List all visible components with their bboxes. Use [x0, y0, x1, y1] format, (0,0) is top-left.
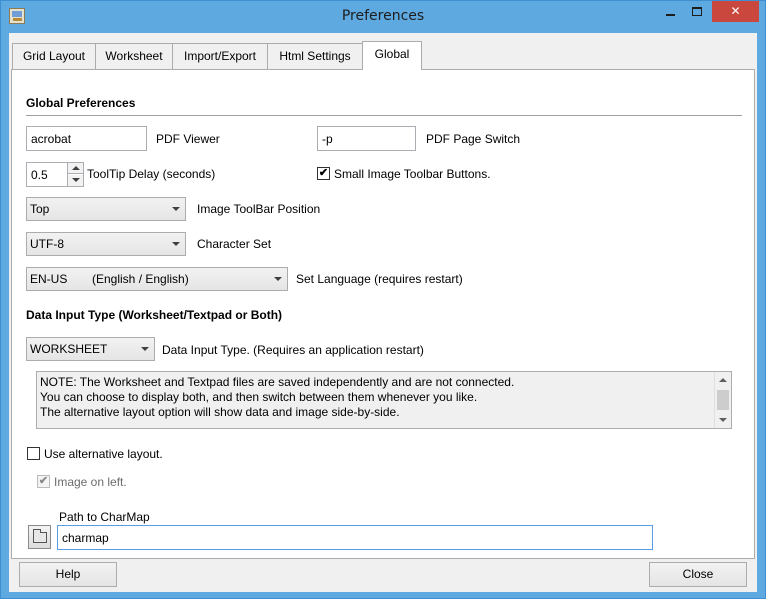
help-button[interactable]: Help	[19, 562, 117, 587]
window-title: Preferences	[341, 8, 425, 24]
preferences-window: Preferences ✕ Grid Layout Worksheet Impo…	[0, 0, 766, 599]
language-select[interactable]: EN-US (English / English)	[26, 267, 288, 291]
spinner-up-icon[interactable]	[68, 163, 83, 174]
tab-label: Grid Layout	[22, 49, 86, 63]
chevron-down-icon	[172, 242, 180, 246]
pdf-viewer-label: PDF Viewer	[156, 132, 220, 146]
tooltip-delay-label: ToolTip Delay (seconds)	[87, 167, 216, 181]
data-input-type-label: Data Input Type. (Requires an applicatio…	[162, 343, 424, 357]
maximize-icon	[692, 7, 702, 16]
data-input-type-value: WORKSHEET	[30, 342, 108, 356]
tooltip-delay-spinner[interactable]: 0.5	[26, 162, 84, 187]
close-button-label: Close	[682, 567, 714, 581]
close-window-button[interactable]: ✕	[712, 1, 759, 22]
charmap-path-input[interactable]	[57, 525, 653, 550]
tab-label: Global	[374, 47, 410, 61]
note-line: You can choose to display both, and then…	[40, 390, 478, 404]
note-scrollbar[interactable]	[714, 372, 731, 428]
small-toolbar-label: Small Image Toolbar Buttons.	[334, 167, 491, 181]
help-button-label: Help	[55, 567, 81, 581]
spinner-down-icon[interactable]	[68, 175, 83, 186]
minimize-button[interactable]	[657, 1, 683, 22]
charmap-label: Path to CharMap	[59, 510, 150, 524]
toolbar-position-select[interactable]: Top	[26, 197, 186, 221]
tab-global[interactable]: Global	[362, 41, 422, 70]
spinner-buttons	[67, 163, 83, 186]
language-label: Set Language (requires restart)	[296, 272, 463, 286]
section-divider	[26, 115, 742, 116]
tab-label: Html Settings	[279, 49, 351, 63]
tab-grid-layout[interactable]: Grid Layout	[12, 43, 96, 69]
pdf-page-switch-input[interactable]	[317, 126, 416, 151]
tab-label: Worksheet	[105, 49, 163, 63]
data-input-type-select[interactable]: WORKSHEET	[26, 337, 155, 361]
character-set-label: Character Set	[197, 237, 272, 251]
minimize-icon	[666, 14, 675, 16]
toolbar-position-value: Top	[30, 202, 50, 216]
browse-charmap-button[interactable]	[28, 525, 51, 549]
dialog-client: Grid Layout Worksheet Import/Export Html…	[9, 33, 757, 592]
note-line: NOTE: The Worksheet and Textpad files ar…	[40, 375, 515, 389]
close-icon: ✕	[730, 4, 741, 18]
character-set-select[interactable]: UTF-8	[26, 232, 186, 256]
tooltip-delay-value: 0.5	[31, 168, 48, 182]
image-on-left-checkbox[interactable]: ✔	[37, 475, 50, 488]
alt-layout-label: Use alternative layout.	[44, 447, 163, 461]
tab-label: Import/Export	[183, 49, 257, 63]
note-line: The alternative layout option will show …	[40, 405, 400, 419]
tab-worksheet[interactable]: Worksheet	[95, 43, 173, 69]
check-icon: ✔	[318, 167, 329, 179]
language-code: EN-US	[30, 272, 68, 286]
language-name: (English / English)	[92, 272, 189, 286]
chevron-down-icon	[141, 347, 149, 351]
section-title-data-input: Data Input Type (Worksheet/Textpad or Bo…	[26, 308, 283, 322]
maximize-button[interactable]	[684, 1, 710, 22]
small-toolbar-checkbox[interactable]: ✔	[317, 167, 330, 180]
section-title-global: Global Preferences	[26, 96, 136, 110]
pdf-page-switch-label: PDF Page Switch	[426, 132, 521, 146]
tab-html-settings[interactable]: Html Settings	[267, 43, 363, 69]
toolbar-position-label: Image ToolBar Position	[197, 202, 321, 216]
check-icon: ✔	[38, 475, 49, 487]
chevron-down-icon	[172, 207, 180, 211]
note-textarea[interactable]: NOTE: The Worksheet and Textpad files ar…	[36, 371, 732, 429]
folder-icon	[33, 529, 47, 543]
image-on-left-label: Image on left.	[54, 475, 127, 489]
tab-import-export[interactable]: Import/Export	[172, 43, 268, 69]
chevron-down-icon	[274, 277, 282, 281]
global-tab-panel: Global Preferences PDF Viewer PDF Page S…	[11, 69, 755, 559]
character-set-value: UTF-8	[30, 237, 64, 251]
scroll-thumb[interactable]	[717, 390, 729, 410]
alt-layout-checkbox[interactable]	[27, 447, 40, 460]
close-button[interactable]: Close	[649, 562, 747, 587]
pdf-viewer-input[interactable]	[26, 126, 147, 151]
title-bar[interactable]: Preferences ✕	[1, 1, 765, 33]
